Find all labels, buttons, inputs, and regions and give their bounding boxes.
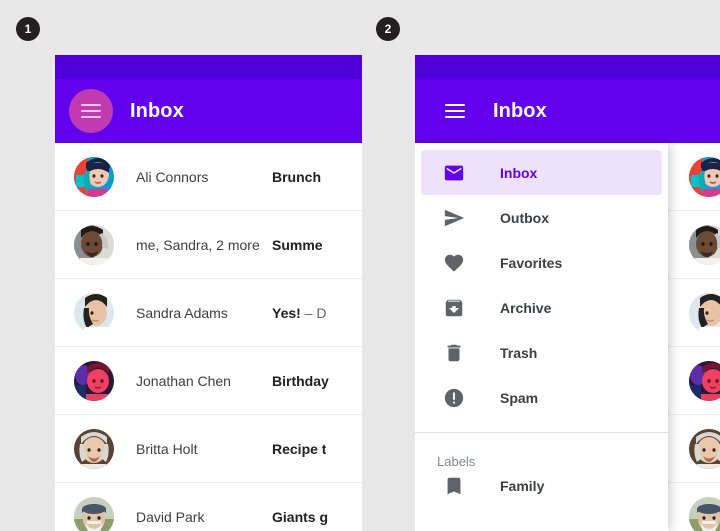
sandra-group-avatar bbox=[689, 224, 720, 265]
app-bar-title: Inbox bbox=[130, 99, 184, 122]
drawer-item-label: Family bbox=[500, 477, 545, 494]
bookmark-icon bbox=[443, 475, 465, 497]
menu-button[interactable] bbox=[435, 91, 475, 131]
email-subject: Recipe t bbox=[272, 440, 327, 457]
email-subject: Giants g bbox=[272, 508, 329, 525]
app-bar-panel-2: Inbox bbox=[415, 79, 720, 143]
drawer-item-family[interactable]: Family bbox=[421, 463, 662, 508]
email-sender: Britta Holt bbox=[136, 440, 198, 457]
email-list-item[interactable]: Britta Holt Recipe t bbox=[55, 415, 362, 483]
email-subject: Birthday bbox=[272, 372, 329, 389]
drawer-item-label: Outbox bbox=[500, 209, 549, 226]
drawer-item-label: Spam bbox=[500, 389, 539, 406]
email-subject: Yes! – D bbox=[272, 304, 327, 321]
email-list-panel-1: Ali Connors Brunch me, Sandra, 2 more Su… bbox=[55, 143, 362, 531]
hamburger-menu-icon bbox=[445, 104, 465, 118]
app-bar-title: Inbox bbox=[493, 99, 547, 122]
drawer-item-label: Archive bbox=[500, 299, 552, 316]
david-park-avatar bbox=[74, 496, 114, 531]
panel-2-content: Inbox Outbox Favorites Archive Trash Spa… bbox=[415, 143, 720, 531]
trash-icon bbox=[443, 342, 465, 364]
warning-icon bbox=[443, 387, 465, 409]
drawer-item-label: Inbox bbox=[500, 164, 538, 181]
drawer-item-inbox[interactable]: Inbox bbox=[421, 150, 662, 195]
step-badge-2: 2 bbox=[376, 17, 400, 41]
mail-icon bbox=[443, 162, 465, 184]
email-sender: Jonathan Chen bbox=[136, 372, 231, 389]
email-list-item[interactable]: David Park Giants g bbox=[55, 483, 362, 531]
sandra-group-avatar bbox=[74, 224, 114, 265]
ali-connors-avatar bbox=[689, 156, 720, 197]
sandra-adams-avatar bbox=[689, 292, 720, 333]
drawer-item-trash[interactable]: Trash bbox=[421, 330, 662, 375]
phone-panel-1: Inbox Ali Connors Brunch me, Sandra, 2 m… bbox=[55, 55, 362, 531]
drawer-section-title-labels: Labels bbox=[437, 454, 476, 469]
britta-holt-avatar bbox=[74, 428, 114, 469]
email-list-item[interactable]: Jonathan Chen Birthday bbox=[55, 347, 362, 415]
email-list-item[interactable]: Ali Connors Brunch bbox=[55, 143, 362, 211]
email-sender: me, Sandra, 2 more bbox=[136, 236, 260, 253]
sandra-adams-avatar bbox=[74, 292, 114, 333]
email-sender: Sandra Adams bbox=[136, 304, 228, 321]
status-bar bbox=[415, 55, 720, 79]
heart-icon bbox=[443, 252, 465, 274]
navigation-drawer: Inbox Outbox Favorites Archive Trash Spa… bbox=[415, 143, 668, 531]
email-sender: Ali Connors bbox=[136, 168, 209, 185]
britta-holt-avatar bbox=[689, 428, 720, 469]
david-park-avatar bbox=[689, 496, 720, 531]
email-subject: Summe bbox=[272, 236, 323, 253]
jonathan-chen-avatar bbox=[74, 360, 114, 401]
jonathan-chen-avatar bbox=[689, 360, 720, 401]
drawer-item-favorites[interactable]: Favorites bbox=[421, 240, 662, 285]
drawer-item-outbox[interactable]: Outbox bbox=[421, 195, 662, 240]
drawer-item-spam[interactable]: Spam bbox=[421, 375, 662, 420]
drawer-item-label: Favorites bbox=[500, 254, 563, 271]
email-subject: Brunch bbox=[272, 168, 321, 185]
phone-panel-2: Inbox Inbox Outbox Favorites Archive Tra… bbox=[415, 55, 720, 531]
email-sender: David Park bbox=[136, 508, 205, 525]
ali-connors-avatar bbox=[74, 156, 114, 197]
send-icon bbox=[443, 207, 465, 229]
status-bar bbox=[55, 55, 362, 79]
step-badge-1-number: 1 bbox=[24, 22, 32, 36]
menu-button[interactable] bbox=[69, 89, 113, 133]
step-badge-1: 1 bbox=[16, 17, 40, 41]
app-bar-panel-1: Inbox bbox=[55, 79, 362, 143]
archive-icon bbox=[443, 297, 465, 319]
email-list-item[interactable]: me, Sandra, 2 more Summe bbox=[55, 211, 362, 279]
drawer-item-archive[interactable]: Archive bbox=[421, 285, 662, 330]
email-list-item[interactable]: Sandra Adams Yes! – D bbox=[55, 279, 362, 347]
step-badge-2-number: 2 bbox=[384, 22, 392, 36]
hamburger-menu-icon bbox=[81, 104, 101, 118]
drawer-item-label: Trash bbox=[500, 344, 538, 361]
